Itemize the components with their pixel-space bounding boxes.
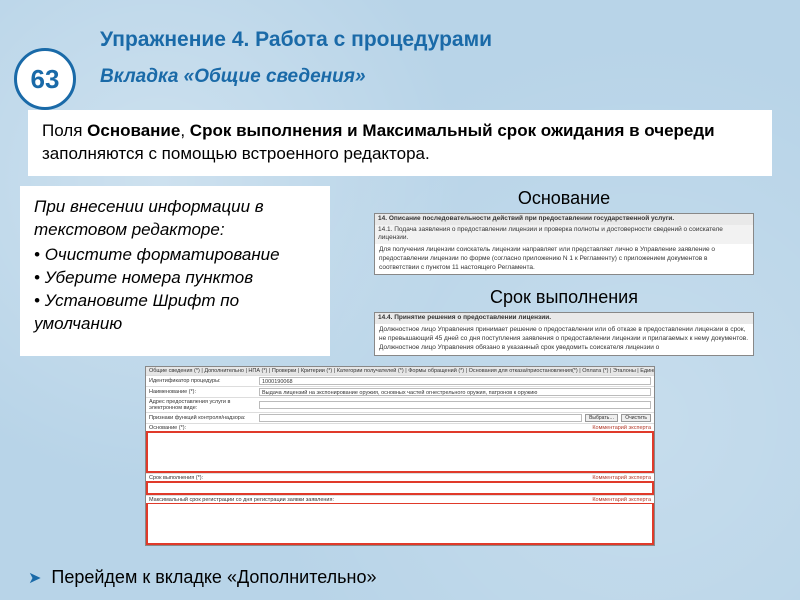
shot1-body: Для получения лицензии соискатель лиценз… [375,244,753,274]
intro-bold-2: Срок выполнения и Максимальный срок ожид… [190,121,715,140]
footer-text: Перейдем к вкладке «Дополнительно» [51,567,376,588]
tips-heading: При внесении информации в текстовом реда… [34,196,316,242]
editor-label: Срок выполнения (*): [149,475,203,481]
intro-card: Поля Основание, Срок выполнения и Максим… [28,110,772,176]
editor-label: Основание (*): [149,425,186,431]
tips-item: • Установите Шрифт по умолчанию [34,290,316,336]
intro-text: , [180,121,189,140]
tips-item-text: Установите Шрифт по умолчанию [34,291,239,333]
form-label: Адрес предоставления услуги в электронно… [149,399,259,411]
form-label: Идентификатор процедуры: [149,378,259,384]
editor-box-osnovanie[interactable] [146,431,654,473]
clear-button[interactable]: Очистить [621,414,651,422]
page-title: Упражнение 4. Работа с процедурами [100,28,780,52]
editor-label: Максимальный срок регистрации со дня рег… [149,497,334,503]
form-label: Признаки функций контроля/надзора: [149,415,259,421]
screenshots-column: Основание 14. Описание последовательност… [348,186,780,356]
form-row-addr: Адрес предоставления услуги в электронно… [146,397,654,412]
shot2-body-line2: Должностное лицо Управления обязано в ук… [379,344,659,351]
intro-text: заполняются с помощью встроенного редакт… [42,144,430,163]
form-label: Наименование (*): [149,389,259,395]
tips-item-text: Очистите форматирование [45,245,280,264]
page-subtitle: Вкладка «Общие сведения» [100,66,780,88]
tips-item-text: Уберите номера пунктов [45,268,253,287]
form-input-name[interactable]: Выдача лицензий на экспонирование оружия… [259,388,651,396]
screenshot-label-2: Срок выполнения [490,287,638,308]
select-button[interactable]: Выбрать… [585,414,618,422]
tips-item: • Очистите форматирование [34,244,316,267]
form-input-ctrl[interactable] [259,414,582,422]
screenshot-srok: 14.4. Принятие решения о предоставлении … [374,312,754,355]
slide-number-badge: 63 [14,48,76,110]
form-input-id[interactable]: 1000190068 [259,377,651,385]
expert-comment-link[interactable]: Комментарий эксперта [592,425,651,431]
shot2-body-line1: Должностное лицо Управления принимает ре… [379,326,748,342]
tips-card: При внесении информации в текстовом реда… [20,186,330,356]
expert-comment-link[interactable]: Комментарий эксперта [592,497,651,503]
expert-comment-link[interactable]: Комментарий эксперта [592,475,651,481]
shot1-subheader: 14.1. Подача заявления о предоставлении … [375,225,753,245]
shot2-body: Должностное лицо Управления принимает ре… [375,324,753,354]
footer-note: ➤ Перейдем к вкладке «Дополнительно» [28,567,377,588]
form-tabs: Общие сведения (*) | Дополнительно | НПА… [146,367,654,375]
content-row: При внесении информации в текстовом реда… [0,186,800,356]
editor-box-srok[interactable] [146,481,654,495]
form-row-id: Идентификатор процедуры: 1000190068 [146,375,654,386]
form-input-addr[interactable] [259,401,651,409]
shot2-header: 14.4. Принятие решения о предоставлении … [375,313,753,324]
arrow-icon: ➤ [28,568,41,588]
header: 63 Упражнение 4. Работа с процедурами Вк… [0,0,800,98]
screenshot-osnovanie: 14. Описание последовательности действий… [374,213,754,276]
tips-item: • Уберите номера пунктов [34,267,316,290]
form-row-ctrl: Признаки функций контроля/надзора: Выбра… [146,412,654,423]
editor-box-maxsrok[interactable] [146,503,654,545]
form-screenshot: Общие сведения (*) | Дополнительно | НПА… [145,366,655,546]
shot1-header: 14. Описание последовательности действий… [375,214,753,225]
intro-bold-1: Основание [87,121,180,140]
intro-text: Поля [42,121,87,140]
form-row-name: Наименование (*): Выдача лицензий на экс… [146,386,654,397]
screenshot-label-1: Основание [518,188,610,209]
